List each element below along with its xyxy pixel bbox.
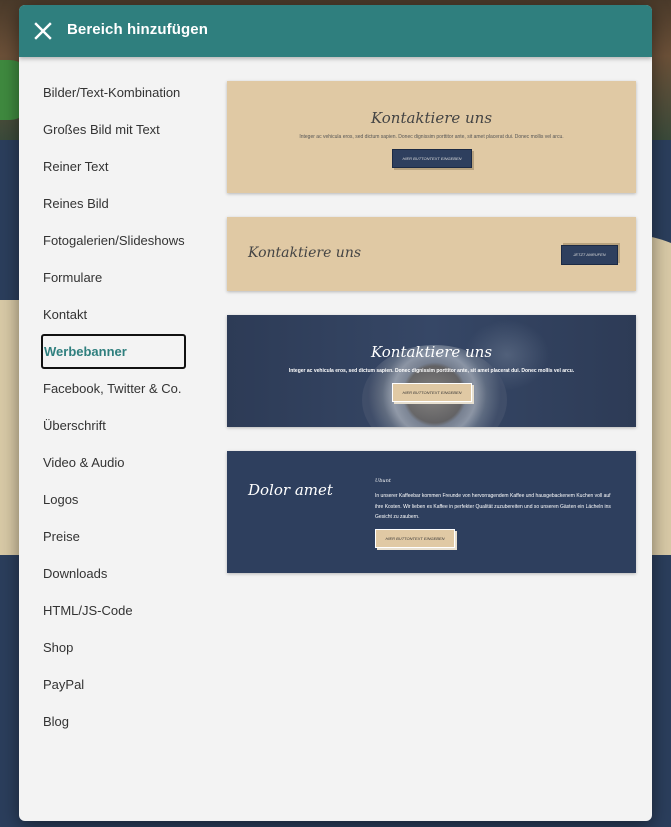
sidebar-item-image-text[interactable]: Bilder/Text-Kombination — [42, 75, 187, 110]
sidebar-item-label: Logos — [43, 492, 79, 507]
close-icon — [34, 22, 52, 40]
template-button: JETZT ANRUFEN — [561, 245, 618, 265]
sidebar-item-galleries[interactable]: Fotogalerien/Slideshows — [42, 223, 187, 258]
sidebar-item-blog[interactable]: Blog — [42, 704, 187, 739]
sidebar-item-label: Shop — [43, 640, 74, 655]
template-title: Kontaktiere uns — [370, 109, 493, 127]
sidebar-item-banner[interactable]: Werbebanner — [41, 334, 186, 369]
banner-template-2[interactable]: Kontaktiere uns JETZT ANRUFEN — [227, 217, 636, 291]
sidebar-item-label: Video & Audio — [43, 455, 125, 470]
sidebar-item-contact[interactable]: Kontakt — [42, 297, 187, 332]
sidebar-item-large-image[interactable]: Großes Bild mit Text — [42, 112, 187, 147]
sidebar-item-plain-image[interactable]: Reines Bild — [42, 186, 187, 221]
sidebar-item-social[interactable]: Facebook, Twitter & Co. — [42, 371, 187, 406]
sidebar-item-paypal[interactable]: PayPal — [42, 667, 187, 702]
template-button: HIER BUTTONTEXT EINGEBEN — [392, 149, 472, 168]
banner-template-4[interactable]: Dolor amet Ubunt In unserer Kaffeebar ko… — [227, 451, 636, 573]
sidebar-item-html-js[interactable]: HTML/JS-Code — [42, 593, 187, 628]
sidebar-item-label: Kontakt — [43, 307, 88, 322]
sidebar-item-forms[interactable]: Formulare — [42, 260, 187, 295]
banner-template-1[interactable]: Kontaktiere uns Integer ac vehicula eros… — [227, 81, 636, 193]
sidebar-item-heading[interactable]: Überschrift — [42, 408, 187, 443]
sidebar-item-label: Fotogalerien/Slideshows — [43, 233, 185, 248]
template-small-heading: Ubunt — [375, 478, 391, 484]
template-title: Kontaktiere uns — [370, 343, 493, 361]
sidebar-item-video-audio[interactable]: Video & Audio — [42, 445, 187, 480]
sidebar-item-label: Blog — [43, 714, 70, 729]
sidebar-item-label: Reines Bild — [43, 196, 109, 211]
sidebar-item-label: Überschrift — [43, 418, 106, 433]
template-text: Integer ac vehicula eros, sed dictum sap… — [299, 134, 564, 140]
sidebar-item-label: Preise — [43, 529, 80, 544]
template-button: HIER BUTTONTEXT EINGEBEN — [375, 529, 455, 548]
sidebar-item-prices[interactable]: Preise — [42, 519, 187, 554]
sidebar-item-label: Großes Bild mit Text — [43, 122, 160, 137]
template-button: HIER BUTTONTEXT EINGEBEN — [392, 383, 472, 402]
dialog-title: Bereich hinzufügen — [67, 21, 208, 38]
sidebar-item-label: Bilder/Text-Kombination — [43, 85, 181, 100]
sidebar-item-label: Werbebanner — [44, 344, 127, 359]
sidebar-item-downloads[interactable]: Downloads — [42, 556, 187, 591]
banner-template-3[interactable]: Kontaktiere uns Integer ac vehicula eros… — [227, 315, 636, 427]
sidebar-item-label: HTML/JS-Code — [43, 603, 133, 618]
template-title: Dolor amet — [248, 481, 333, 499]
sidebar-item-label: Downloads — [43, 566, 108, 581]
sidebar-item-logos[interactable]: Logos — [42, 482, 187, 517]
sidebar-item-label: Facebook, Twitter & Co. — [43, 381, 182, 396]
template-title: Kontaktiere uns — [248, 245, 362, 261]
close-button[interactable] — [31, 19, 55, 43]
sidebar-item-plain-text[interactable]: Reiner Text — [42, 149, 187, 184]
sidebar-item-label: Formulare — [43, 270, 103, 285]
sidebar-item-label: Reiner Text — [43, 159, 109, 174]
sidebar-item-shop[interactable]: Shop — [42, 630, 187, 665]
add-section-dialog: Bereich hinzufügen Bilder/Text-Kombinati… — [19, 5, 652, 821]
template-text: Integer ac vehicula eros, sed dictum sap… — [288, 368, 575, 374]
template-text: In unserer Kaffeebar kommen Freunde von … — [375, 493, 611, 520]
dialog-header: Bereich hinzufügen — [19, 5, 652, 57]
sidebar-item-label: PayPal — [43, 677, 85, 692]
